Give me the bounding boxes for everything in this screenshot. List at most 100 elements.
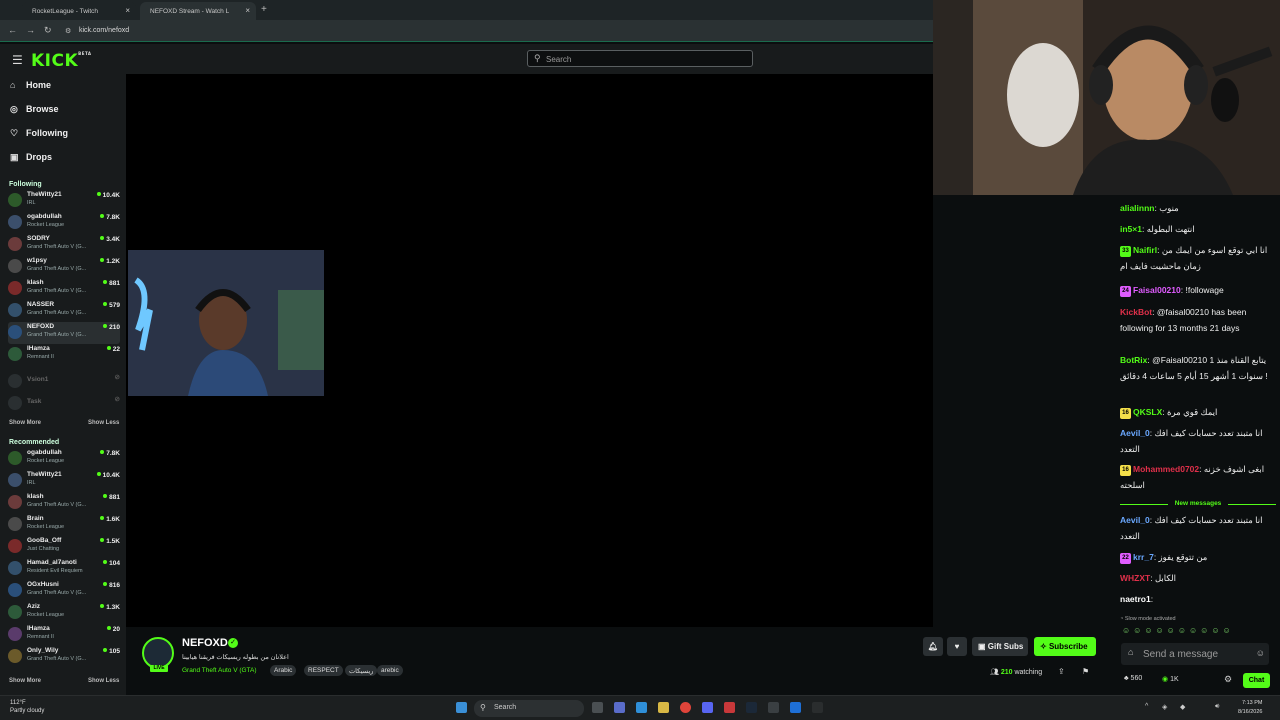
chat-username[interactable]: Aevil_0 — [1120, 428, 1150, 438]
gift-subs-button[interactable]: ▣ Gift Subs — [972, 637, 1028, 656]
chat-username[interactable]: Faisal00210 — [1133, 285, 1181, 295]
emoji-icon[interactable]: ☺ — [1256, 648, 1265, 658]
channel-offline[interactable]: Vsion1 ⊘ — [8, 371, 120, 393]
tag[interactable]: RESPECT — [304, 665, 343, 676]
sidebar-channel[interactable]: GooBa_Off Just Chatting 1.5K — [8, 536, 120, 558]
subscribe-button[interactable]: ✧ Subscribe — [1034, 637, 1096, 656]
channel-avatar[interactable]: LIVE — [142, 637, 174, 672]
emote-bar[interactable]: ☺☺☺☺☺☺☺☺☺☺ — [1122, 626, 1234, 635]
avatar — [8, 605, 22, 619]
chat-username[interactable]: WHZXT — [1120, 573, 1150, 583]
sidebar-channel[interactable]: lHamza Remnant II 20 — [8, 624, 120, 646]
chat-username[interactable]: Naifirl — [1133, 245, 1157, 255]
chrome-icon[interactable] — [680, 702, 691, 713]
channel-name: Only_Wily — [27, 647, 59, 654]
tray-icon[interactable]: ◆ — [1180, 703, 1185, 711]
chat-username[interactable]: KickBot — [1120, 307, 1152, 317]
nav-home[interactable]: ⌂ Home — [10, 80, 51, 96]
tab-nefoxd[interactable]: NEFOXD Stream - Watch L × — [140, 2, 256, 20]
taskbar-clock[interactable]: 7:13 PM 8/16/2026 — [1238, 699, 1262, 717]
new-messages-divider[interactable]: New messages — [1116, 500, 1280, 507]
close-icon[interactable]: × — [125, 6, 130, 15]
stream-category[interactable]: Grand Theft Auto V (GTA) — [182, 667, 257, 674]
discord-icon[interactable] — [702, 702, 713, 713]
settings-icon[interactable]: ⚙ — [1224, 674, 1232, 685]
follow-button[interactable]: ♥ — [947, 637, 967, 656]
channel-name[interactable]: NEFOXD — [182, 637, 228, 649]
chat-send-button[interactable]: Chat — [1243, 673, 1270, 688]
forward-icon[interactable]: → — [26, 25, 35, 35]
chat-username[interactable]: BotRix — [1120, 355, 1147, 365]
taskbar-search[interactable]: ⚲ Search — [474, 700, 584, 717]
sidebar-channel[interactable]: OGxHusni Grand Theft Auto V (G... 816 — [8, 580, 120, 602]
show-less-button[interactable]: Show Less — [88, 420, 119, 426]
sidebar-channel[interactable]: Hamad_al7anoti Resident Evil Requiem 104 — [8, 558, 120, 580]
tray-icon[interactable]: ◈ — [1162, 703, 1167, 711]
app-icon[interactable] — [812, 702, 823, 713]
app-icon[interactable] — [636, 702, 647, 713]
sidebar-channel[interactable]: ogabdullah Rocket League 7.8K — [8, 212, 120, 234]
kick-logo[interactable]: KICKBETA — [31, 51, 91, 71]
new-tab-icon[interactable]: + — [261, 4, 267, 15]
file-explorer-icon[interactable] — [658, 702, 669, 713]
sidebar-channel[interactable]: SODRY Grand Theft Auto V (G... 3.4K — [8, 234, 120, 256]
sidebar-channel[interactable]: lHamza Remnant II 22 — [8, 344, 120, 366]
weather-widget[interactable]: 112°F Partly cloudy — [10, 699, 44, 715]
sidebar-channel[interactable]: ogabdullah Rocket League 7.8K — [8, 448, 120, 470]
app-icon[interactable] — [724, 702, 735, 713]
points-value: 560 — [1130, 675, 1143, 682]
sidebar-channel[interactable]: klash Grand Theft Auto V (G... 881 — [8, 278, 120, 300]
sidebar-channel[interactable]: Aziz Rocket League 1.3K — [8, 602, 120, 624]
app-icon[interactable] — [768, 702, 779, 713]
sidebar-channel[interactable]: klash Grand Theft Auto V (G... 881 — [8, 492, 120, 514]
show-more-button[interactable]: Show More — [9, 678, 41, 684]
chat-username[interactable]: naetro1 — [1120, 594, 1151, 604]
site-info-icon[interactable]: ⚙ — [65, 27, 71, 35]
sidebar-channel[interactable]: TheWitty21 IRL 10.4K — [8, 470, 120, 492]
sidebar-channel[interactable]: Only_Wily Grand Theft Auto V (G... 105 — [8, 646, 120, 668]
sidebar-channel[interactable]: Brain Rocket League 1.6K — [8, 514, 120, 536]
chat-username[interactable]: Aevil_0 — [1120, 515, 1150, 525]
tag[interactable]: ريسيكات — [345, 665, 378, 676]
menu-icon[interactable]: ☰ — [12, 53, 23, 67]
task-view-icon[interactable] — [592, 702, 603, 713]
notification-bell-button[interactable]: 🔔︎ — [923, 637, 943, 656]
back-icon[interactable]: ← — [8, 25, 17, 35]
tag[interactable]: Arabic — [270, 665, 297, 676]
channel-name: TheWitty21 — [27, 471, 62, 478]
sub-badge: 16 — [1120, 408, 1131, 419]
volume-icon[interactable]: 🔊︎ — [1215, 703, 1219, 711]
tag[interactable]: arebic — [377, 665, 403, 676]
points-display[interactable]: ♣ 560 — [1124, 675, 1142, 682]
currency-display[interactable]: ◉ 1K — [1162, 675, 1179, 683]
app-icon[interactable] — [790, 702, 801, 713]
flag-icon[interactable]: ⚑ — [1082, 667, 1089, 676]
windows-start-icon[interactable] — [456, 702, 467, 713]
tray-chevron-icon[interactable]: ^ — [1145, 703, 1148, 710]
nav-browse[interactable]: ◎ Browse — [10, 104, 59, 120]
chat-username[interactable]: alialinnn — [1120, 203, 1154, 213]
sidebar-channel[interactable]: w1psy Grand Theft Auto V (G... 1.2K — [8, 256, 120, 278]
chat-username[interactable]: Mohammed0702 — [1133, 464, 1199, 474]
chat-username[interactable]: krr_7 — [1133, 552, 1154, 562]
share-icon[interactable]: ⇪ — [1058, 667, 1065, 676]
url-text[interactable]: kick.com/nefoxd — [79, 27, 129, 34]
nav-drops[interactable]: ▣ Drops — [10, 152, 52, 168]
chat-username[interactable]: QKSLX — [1133, 407, 1162, 417]
search-input[interactable]: ⚲ Search — [527, 50, 753, 67]
sidebar-channel[interactable]: NEFOXD Grand Theft Auto V (G... 210 — [8, 322, 120, 344]
reload-icon[interactable]: ↻ — [44, 25, 52, 36]
chat-username[interactable]: in5×1 — [1120, 224, 1142, 234]
sidebar-channel[interactable]: NASSER Grand Theft Auto V (G... 579 — [8, 300, 120, 322]
sidebar-channel[interactable]: TheWitty21 IRL 10.4K — [8, 190, 120, 212]
chat-input[interactable]: ⌂ Send a message ☺ — [1121, 643, 1269, 665]
nav-following[interactable]: ♡ Following — [10, 128, 68, 144]
show-less-button[interactable]: Show Less — [88, 678, 119, 684]
app-icon[interactable] — [614, 702, 625, 713]
steam-icon[interactable] — [746, 702, 757, 713]
tab-rocketleague[interactable]: RocketLeague - Twitch × — [22, 2, 136, 20]
close-icon[interactable]: × — [245, 6, 250, 15]
show-more-button[interactable]: Show More — [9, 420, 41, 426]
heart-icon: ♡ — [10, 128, 19, 138]
channel-offline[interactable]: Task ⊘ — [8, 393, 120, 415]
